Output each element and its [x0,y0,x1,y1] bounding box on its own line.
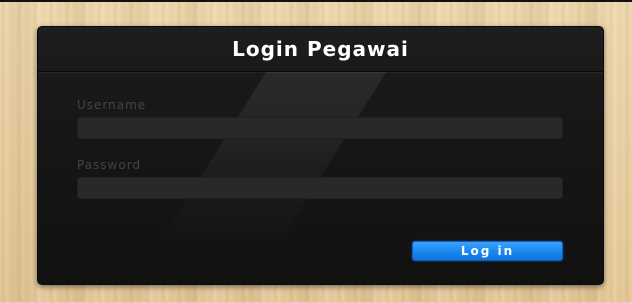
password-input[interactable] [77,177,563,199]
password-label: Password [77,158,142,172]
username-label: Username [77,98,147,112]
username-input[interactable] [77,117,563,139]
login-button[interactable]: Log in [412,241,563,261]
login-header: Login Pegawai [38,27,603,72]
login-panel: Login Pegawai Username Password Log in [37,26,604,285]
top-border [0,0,632,2]
login-title: Login Pegawai [232,37,409,61]
